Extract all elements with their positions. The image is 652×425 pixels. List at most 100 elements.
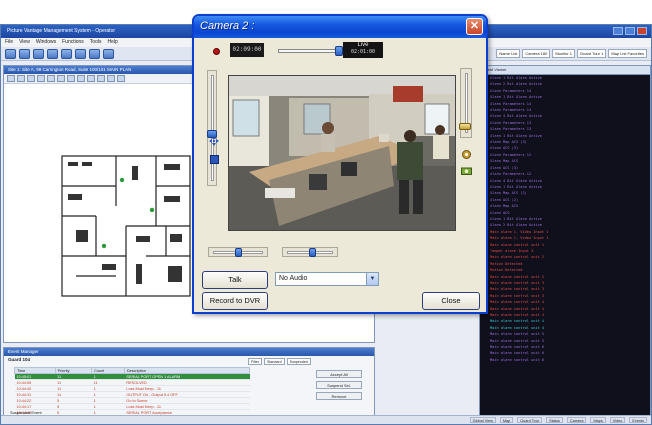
- event-log-panel[interactable]: Event Viewer Alarm 1 Bit Alarm Active Ala…: [479, 65, 651, 423]
- event-table-body: 10:45:01 11 1 SERIAL PORT OPEN 1 ALARM 10:44…: [14, 373, 250, 416]
- audio-select-value: No Audio: [279, 275, 308, 282]
- camera-video-feed[interactable]: [228, 75, 456, 231]
- brightness-slider[interactable]: [208, 247, 268, 257]
- app-window-controls: [613, 27, 647, 35]
- room-fixture: [76, 230, 88, 242]
- room-fixture: [82, 162, 92, 166]
- room-fixture: [132, 166, 138, 180]
- video-frame-image: [229, 76, 455, 230]
- slider-track: [211, 75, 214, 181]
- live-time: 02:01:00: [350, 49, 376, 55]
- close-icon[interactable]: ✕: [466, 18, 483, 35]
- room-fixture: [136, 264, 142, 284]
- camera-marker-icon: [149, 207, 155, 213]
- ptz-arrows-icon[interactable]: [209, 136, 219, 146]
- camera-icon[interactable]: [33, 49, 44, 59]
- map-tool-icon[interactable]: [37, 75, 45, 82]
- audio-volume-slider[interactable]: [459, 68, 472, 138]
- app-close-icon[interactable]: [637, 27, 647, 35]
- minimize-icon[interactable]: [613, 27, 623, 35]
- live-indicator: Live 02:01:00: [343, 42, 383, 58]
- camera-marker-icon: [101, 243, 107, 249]
- room-fixture: [68, 162, 78, 166]
- status-item[interactable]: Events: [629, 417, 647, 423]
- contrast-slider[interactable]: [282, 247, 338, 257]
- toolbar-field[interactable]: Guard Tour 1: [577, 49, 607, 58]
- event-log-line[interactable]: Main alarm control unit 6: [480, 357, 650, 363]
- record-dot-icon[interactable]: [213, 48, 220, 55]
- map-tool-icon[interactable]: [27, 75, 35, 82]
- audio-mode-select[interactable]: No Audio ▼: [275, 272, 379, 286]
- playback-scrub-slider[interactable]: [278, 46, 343, 56]
- map-tab-label: Site 1: Site A, 99 Carrington Road, Suit…: [8, 67, 132, 72]
- slider-thumb[interactable]: [309, 248, 317, 257]
- map-tool-icon[interactable]: [17, 75, 25, 82]
- accept-all-button[interactable]: Accept All: [316, 370, 362, 378]
- event-log-list: Alarm 1 Bit Alarm Active Alarm 2 Bit Alar…: [480, 75, 650, 363]
- event-table: Time Priority Count Description 10:45:01…: [14, 367, 251, 416]
- status-item[interactable]: Status: [546, 417, 563, 423]
- menu-tools[interactable]: Tools: [90, 39, 102, 46]
- map-tool-icon[interactable]: [7, 75, 15, 82]
- room-fixture: [102, 264, 116, 270]
- status-item[interactable]: Map: [499, 417, 514, 423]
- speaker-icon[interactable]: [459, 123, 471, 131]
- camera-dialog-titlebar[interactable]: Camera 2 : ✕: [194, 16, 486, 38]
- filter-option[interactable]: Standard: [264, 358, 285, 365]
- gear-icon[interactable]: [461, 149, 472, 160]
- slider-thumb[interactable]: [235, 248, 242, 257]
- layout-icon[interactable]: [75, 49, 86, 59]
- toolbar-field[interactable]: Map List Favorites: [608, 49, 647, 58]
- map-tool-icon[interactable]: [97, 75, 105, 82]
- talk-button[interactable]: Talk: [202, 271, 268, 289]
- event-manager-title: Event Manager: [4, 348, 374, 356]
- menu-windows[interactable]: Windows: [36, 39, 56, 46]
- event-icon[interactable]: [89, 49, 100, 59]
- filter-option[interactable]: Filter: [248, 358, 262, 365]
- map-tool-icon[interactable]: [117, 75, 125, 82]
- room-fixture: [168, 266, 182, 282]
- map-tool-icon[interactable]: [107, 75, 115, 82]
- chevron-down-icon[interactable]: ▼: [366, 273, 378, 285]
- status-item[interactable]: Camera: [566, 417, 587, 423]
- snapshot-icon[interactable]: [461, 166, 472, 175]
- scrub-slider-thumb[interactable]: [335, 46, 343, 56]
- remove-button[interactable]: Remove: [316, 392, 362, 400]
- event-filter: Filter Standard Suspended: [248, 358, 311, 365]
- menu-help[interactable]: Help: [107, 39, 117, 46]
- status-item[interactable]: Global View: [469, 417, 496, 423]
- maximize-icon[interactable]: [625, 27, 635, 35]
- home-icon[interactable]: [5, 49, 16, 59]
- monitor-icon[interactable]: [47, 49, 58, 59]
- map-tool-icon[interactable]: [87, 75, 95, 82]
- status-item[interactable]: Guard Tour: [517, 417, 543, 423]
- toolbar-fields: Name List Camera 180 Monitor 1 Guard Tou…: [496, 49, 647, 58]
- map-tool-icon[interactable]: [47, 75, 55, 82]
- toolbar-field[interactable]: Monitor 1: [552, 49, 576, 58]
- room-fixture: [68, 194, 82, 200]
- event-manager-subtitle: Guard 104: [8, 357, 31, 362]
- map-icon[interactable]: [61, 49, 72, 59]
- settings-icon[interactable]: [103, 49, 114, 59]
- zoom-icon[interactable]: [210, 155, 219, 164]
- toolbar-field[interactable]: Name List: [496, 49, 521, 58]
- map-tool-icon[interactable]: [57, 75, 65, 82]
- room-fixture: [164, 196, 180, 202]
- menu-file[interactable]: File: [5, 39, 13, 46]
- status-item[interactable]: Video: [609, 417, 626, 423]
- record-to-dvr-button[interactable]: Record to DVR: [202, 292, 268, 310]
- room-fixture: [164, 164, 180, 170]
- zoom-level-slider[interactable]: [207, 70, 217, 186]
- suspend-button[interactable]: Suspend Sel.: [316, 381, 362, 389]
- map-tool-icon[interactable]: [77, 75, 85, 82]
- menu-view[interactable]: View: [19, 39, 30, 46]
- room-fixture: [170, 234, 182, 242]
- menu-functions[interactable]: Functions: [62, 39, 84, 46]
- close-button[interactable]: Close: [422, 292, 480, 310]
- map-tool-icon[interactable]: [67, 75, 75, 82]
- floor-plan-drawing[interactable]: [56, 146, 196, 306]
- save-icon[interactable]: [19, 49, 30, 59]
- filter-option[interactable]: Suspended: [286, 358, 311, 365]
- toolbar-field[interactable]: Camera 180: [522, 49, 551, 58]
- status-item[interactable]: Maps: [590, 417, 606, 423]
